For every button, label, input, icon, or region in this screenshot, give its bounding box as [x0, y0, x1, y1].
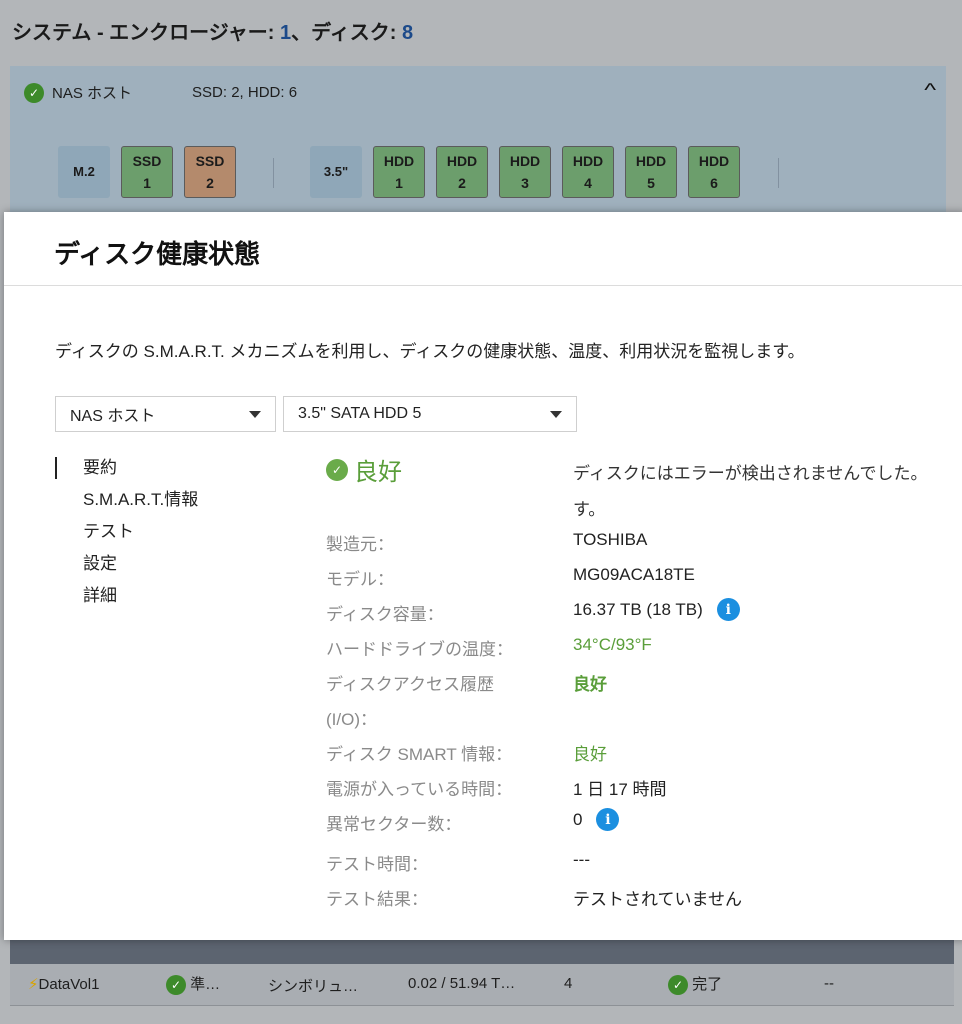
dialog-description: ディスクの S.M.A.R.T. メカニズムを利用し、ディスクの健康状態、温度、… [55, 342, 805, 361]
info-icon[interactable]: i [596, 808, 620, 831]
bad-sector-value: 0 i [573, 808, 620, 831]
host-summary: SSD: 2, HDD: 6 [192, 84, 298, 101]
smart-info-label: ディスク SMART 情報： [326, 745, 513, 764]
nav-item-test[interactable]: テスト [55, 521, 198, 553]
table-header [10, 938, 954, 964]
bay-label-m2: M.2 [58, 146, 110, 198]
nav-item-smart[interactable]: S.M.A.R.T.情報 [55, 489, 198, 521]
type-cell: シンボリュ… [268, 978, 359, 995]
disk-count: 8 [401, 22, 414, 44]
access-history-label: ディスクアクセス履歴 [326, 675, 494, 694]
caret-down-icon [550, 411, 562, 418]
snapshot-count-cell: 4 [564, 975, 573, 992]
info-icon[interactable]: i [716, 598, 740, 621]
bay-hdd-4[interactable]: HDD 4 [562, 146, 614, 198]
capacity-value: 16.37 TB (18 TB) i [573, 598, 740, 621]
smart-info-value: 良好 [573, 745, 607, 764]
model-label: モデル： [326, 570, 394, 589]
bay-hdd-1[interactable]: HDD 1 [373, 146, 425, 198]
snapshot-status-cell: ✓ 完了 [668, 973, 722, 996]
check-icon: ✓ [668, 975, 688, 996]
bay-hdd-5[interactable]: HDD 5 [625, 146, 677, 198]
status-cell: ✓ 準… [166, 973, 220, 996]
access-history-label-io: (I/O)： [326, 710, 377, 729]
test-time-label: テスト時間： [326, 855, 428, 874]
page-title: システム - エンクロージャー: 1、ディスク: 8 [12, 22, 414, 44]
table-row[interactable]: ⚡DataVol1 ✓ 準… シンボリュ… 0.02 / 51.94 T… 4 … [10, 964, 954, 1006]
nav-item-details[interactable]: 詳細 [55, 585, 198, 617]
dialog-title: ディスク健康状態 [54, 239, 261, 269]
bay-label-35: 3.5" [310, 146, 362, 198]
manufacturer-value: TOSHIBA [573, 530, 648, 549]
disk-health-dialog: ディスク健康状態 ディスクの S.M.A.R.T. メカニズムを利用し、ディスク… [4, 212, 962, 940]
bay-ssd-1[interactable]: SSD 1 [121, 146, 173, 198]
bay-divider [273, 158, 274, 188]
host-panel: ✓ NAS ホスト SSD: 2, HDD: 6 ^ M.2 SSD 1 SSD 2… [10, 66, 946, 216]
last-snapshot-cell: -- [824, 975, 834, 992]
access-history-value: 良好 [573, 675, 607, 694]
host-select[interactable]: NAS ホスト [55, 396, 276, 432]
manufacturer-label: 製造元： [326, 535, 394, 554]
volume-name-cell: ⚡DataVol1 [28, 976, 100, 993]
test-time-value: --- [573, 850, 590, 869]
host-name: NAS ホスト [52, 85, 133, 102]
bay-ssd-2[interactable]: SSD 2 [184, 146, 236, 198]
test-result-label: テスト結果： [326, 890, 428, 909]
bolt-icon: ⚡ [28, 976, 39, 993]
health-status: ✓ 良好 [326, 452, 402, 487]
caret-down-icon [249, 411, 261, 418]
bad-sector-label: 異常セクター数： [326, 815, 462, 834]
divider [4, 285, 962, 286]
enclosure-count: 1 [280, 22, 292, 44]
power-on-value: 1 日 17 時間 [573, 780, 667, 799]
host-header[interactable]: ✓ NAS ホスト SSD: 2, HDD: 6 [24, 82, 297, 103]
check-icon: ✓ [326, 458, 348, 481]
temperature-label: ハードドライブの温度： [326, 640, 513, 659]
check-icon: ✓ [24, 82, 44, 103]
temperature-value: 34°C/93°F [573, 635, 652, 654]
bay-divider [778, 158, 779, 188]
check-icon: ✓ [166, 975, 186, 996]
nav-item-settings[interactable]: 設定 [55, 553, 198, 585]
status-message: ディスクにはエラーが検出されませんでした。 す。 [573, 464, 928, 519]
side-nav: 要約 S.M.A.R.T.情報 テスト 設定 詳細 [55, 457, 198, 617]
chevron-up-icon[interactable]: ^ [924, 80, 936, 101]
model-value: MG09ACA18TE [573, 565, 695, 584]
bay-hdd-3[interactable]: HDD 3 [499, 146, 551, 198]
capacity-label: ディスク容量： [326, 605, 444, 624]
nav-item-summary[interactable]: 要約 [55, 457, 198, 489]
bay-hdd-2[interactable]: HDD 2 [436, 146, 488, 198]
power-on-label: 電源が入っている時間： [326, 780, 513, 799]
capacity-cell: 0.02 / 51.94 T… [408, 975, 516, 992]
bay-hdd-6[interactable]: HDD 6 [688, 146, 740, 198]
test-result-value: テストされていません [573, 890, 742, 909]
disk-select[interactable]: 3.5" SATA HDD 5 [283, 396, 577, 432]
